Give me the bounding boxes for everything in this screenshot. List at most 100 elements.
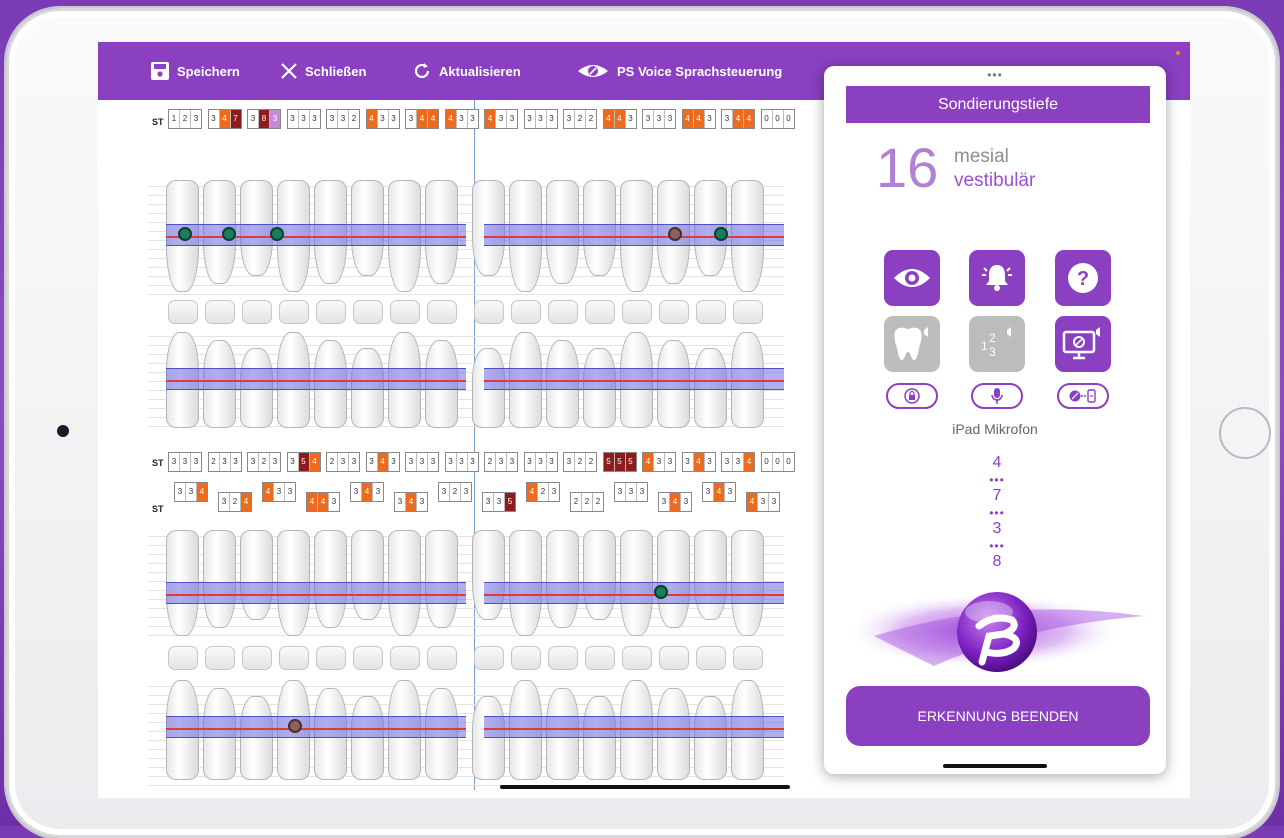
bleeding-marker[interactable] bbox=[668, 227, 682, 241]
occlusal-surface[interactable] bbox=[622, 646, 652, 670]
occlusal-surface[interactable] bbox=[474, 646, 504, 670]
probing-depth-box[interactable]: 333 bbox=[168, 452, 202, 472]
occlusal-surface[interactable] bbox=[205, 300, 235, 324]
occlusal-surface[interactable] bbox=[279, 646, 309, 670]
probing-depth-box[interactable]: 333 bbox=[286, 109, 321, 129]
probing-depth-box[interactable]: 443 bbox=[602, 109, 637, 129]
probing-depth-box[interactable]: 433 bbox=[642, 452, 676, 472]
probing-depth-box[interactable]: 333 bbox=[642, 109, 676, 129]
occlusal-surface[interactable] bbox=[548, 646, 578, 670]
probing-depth-box[interactable]: 343 bbox=[658, 492, 692, 512]
probing-depth-box[interactable]: 323 bbox=[438, 482, 472, 502]
occlusal-surface[interactable] bbox=[474, 300, 504, 324]
probing-depth-box[interactable]: 322 bbox=[563, 109, 597, 129]
occlusal-surface[interactable] bbox=[585, 646, 615, 670]
probing-depth-box[interactable]: 324 bbox=[218, 492, 252, 512]
tooth[interactable] bbox=[694, 530, 727, 620]
occlusal-surface[interactable] bbox=[585, 300, 615, 324]
bleeding-marker[interactable] bbox=[288, 719, 302, 733]
probing-depth-box[interactable]: 333 bbox=[523, 109, 558, 129]
tooth[interactable] bbox=[240, 696, 273, 780]
probing-depth-box[interactable]: 343 bbox=[350, 482, 384, 502]
occlusal-surface[interactable] bbox=[427, 300, 457, 324]
occlusal-surface[interactable] bbox=[390, 300, 420, 324]
probing-depth-box[interactable]: 222 bbox=[570, 492, 604, 512]
end-recognition-button[interactable]: ERKENNUNG BEENDEN bbox=[846, 686, 1150, 746]
probing-depth-box[interactable]: 433 bbox=[444, 109, 479, 129]
bleeding-marker[interactable] bbox=[178, 227, 192, 241]
probing-depth-box[interactable]: 343 bbox=[702, 482, 736, 502]
probing-depth-box[interactable]: 233 bbox=[484, 452, 518, 472]
panel-grip[interactable]: ••• bbox=[824, 68, 1166, 82]
bleeding-marker[interactable] bbox=[654, 585, 668, 599]
occlusal-surface[interactable] bbox=[511, 300, 541, 324]
probing-depth-box[interactable]: 343 bbox=[681, 452, 716, 472]
screen-announce-button[interactable] bbox=[1055, 316, 1111, 372]
probing-depth-box[interactable]: 354 bbox=[286, 452, 321, 472]
tooth[interactable] bbox=[351, 530, 384, 620]
probing-depth-box[interactable]: 443 bbox=[306, 492, 340, 512]
help-button[interactable]: ? bbox=[1055, 250, 1111, 306]
probing-depth-box[interactable]: 333 bbox=[523, 452, 558, 472]
occlusal-surface[interactable] bbox=[353, 646, 383, 670]
occlusal-surface[interactable] bbox=[548, 300, 578, 324]
probing-depth-box[interactable]: 343 bbox=[394, 492, 428, 512]
tooth[interactable] bbox=[472, 530, 505, 620]
probing-depth-box[interactable]: 233 bbox=[326, 452, 360, 472]
probing-depth-box[interactable]: 334 bbox=[174, 482, 208, 502]
number-announce-button[interactable]: 123 bbox=[969, 316, 1025, 372]
probing-depth-box[interactable]: 433 bbox=[746, 492, 780, 512]
tooth[interactable] bbox=[546, 530, 579, 628]
occlusal-surface[interactable] bbox=[696, 300, 726, 324]
save-button[interactable]: Speichern bbox=[150, 60, 240, 82]
occlusal-surface[interactable] bbox=[242, 300, 272, 324]
voice-control-button[interactable]: PS Voice Sprachsteuerung bbox=[576, 60, 782, 82]
occlusal-surface[interactable] bbox=[279, 300, 309, 324]
probing-depth-box[interactable]: 347 bbox=[207, 109, 242, 129]
tooth[interactable] bbox=[472, 696, 505, 780]
occlusal-surface[interactable] bbox=[733, 300, 763, 324]
probing-depth-box[interactable]: 423 bbox=[526, 482, 560, 502]
occlusal-surface[interactable] bbox=[316, 300, 346, 324]
occlusal-surface[interactable] bbox=[205, 646, 235, 670]
tooth-announce-button[interactable] bbox=[884, 316, 940, 372]
probing-depth-box[interactable]: 433 bbox=[262, 482, 296, 502]
tooth[interactable] bbox=[314, 530, 347, 628]
probing-depth-box[interactable]: 343 bbox=[365, 452, 400, 472]
probing-depth-box[interactable]: 233 bbox=[207, 452, 242, 472]
occlusal-surface[interactable] bbox=[659, 646, 689, 670]
probing-depth-box[interactable]: 322 bbox=[563, 452, 597, 472]
tooth[interactable] bbox=[240, 530, 273, 620]
probing-depth-box[interactable]: 334 bbox=[721, 452, 755, 472]
occlusal-surface[interactable] bbox=[733, 646, 763, 670]
probing-depth-box[interactable]: 433 bbox=[365, 109, 400, 129]
bleeding-marker[interactable] bbox=[270, 227, 284, 241]
occlusal-surface[interactable] bbox=[353, 300, 383, 324]
probing-depth-box[interactable]: 555 bbox=[602, 452, 637, 472]
bleeding-marker[interactable] bbox=[714, 227, 728, 241]
tooth[interactable] bbox=[351, 696, 384, 780]
probing-depth-box[interactable]: 333 bbox=[614, 482, 648, 502]
tooth[interactable] bbox=[657, 530, 690, 628]
view-button[interactable] bbox=[884, 250, 940, 306]
occlusal-surface[interactable] bbox=[427, 646, 457, 670]
occlusal-surface[interactable] bbox=[168, 646, 198, 670]
microphone-toggle[interactable] bbox=[971, 383, 1023, 409]
home-button[interactable] bbox=[1219, 407, 1271, 459]
probing-depth-box[interactable]: 333 bbox=[405, 452, 439, 472]
probing-depth-box[interactable]: 443 bbox=[681, 109, 716, 129]
occlusal-surface[interactable] bbox=[622, 300, 652, 324]
probing-depth-box[interactable]: 333 bbox=[444, 452, 479, 472]
bleeding-marker[interactable] bbox=[222, 227, 236, 241]
probing-depth-box[interactable]: 383 bbox=[247, 109, 281, 129]
probing-depth-box[interactable]: 344 bbox=[405, 109, 439, 129]
tooth[interactable] bbox=[425, 530, 458, 628]
probing-depth-box[interactable]: 123 bbox=[168, 109, 202, 129]
probing-depth-box[interactable]: 332 bbox=[326, 109, 360, 129]
panel-home-indicator[interactable] bbox=[943, 764, 1047, 768]
tooth[interactable] bbox=[203, 530, 236, 628]
device-pair-toggle[interactable] bbox=[1057, 383, 1109, 409]
lock-toggle[interactable] bbox=[886, 383, 938, 409]
tooth[interactable] bbox=[694, 696, 727, 780]
close-button[interactable]: Schließen bbox=[280, 60, 366, 82]
